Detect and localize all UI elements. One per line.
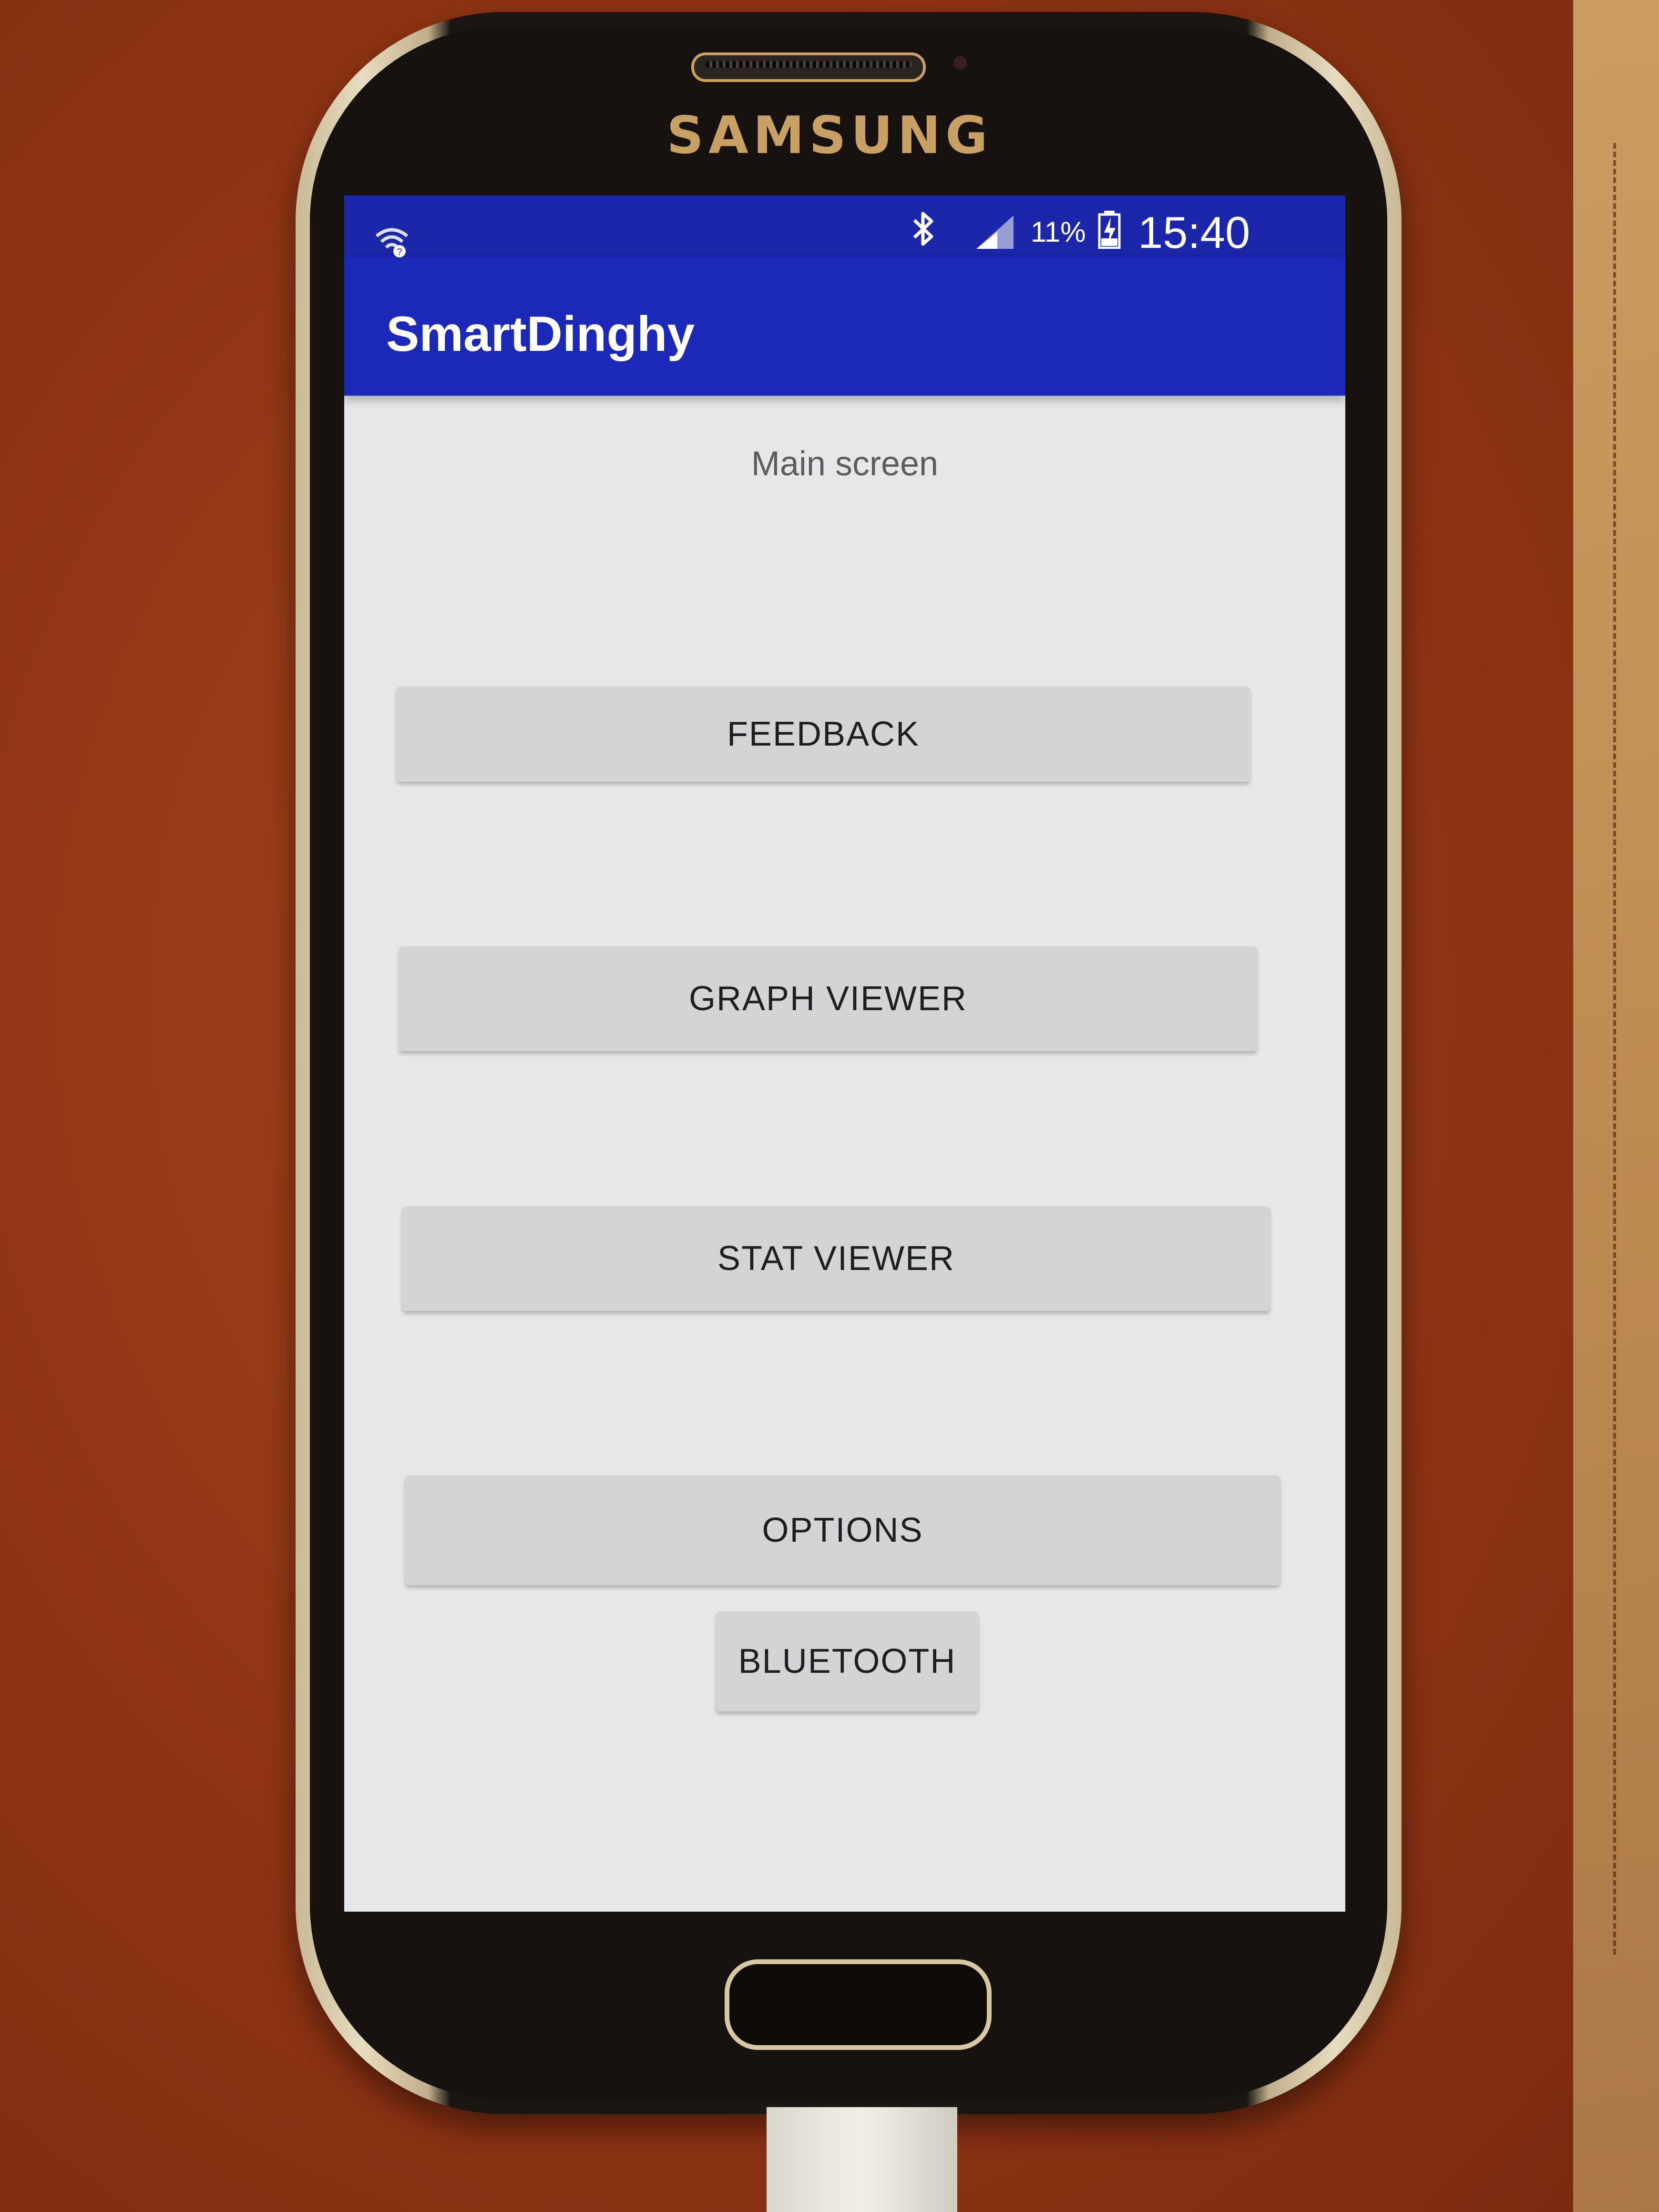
bluetooth-icon [913, 212, 933, 246]
app-title: SmartDinghy [386, 307, 695, 362]
phone-screen: ? 11% 15:40 SmartDinghy Main screen FEED… [344, 195, 1345, 1912]
usb-cable [767, 2107, 957, 2212]
page-title: Main screen [751, 445, 939, 483]
front-camera [953, 56, 967, 70]
app-bar: SmartDinghy [344, 257, 1345, 396]
bluetooth-button[interactable]: BLUETOOTH [716, 1611, 978, 1711]
signal-icon [976, 215, 1014, 249]
home-button[interactable] [725, 1959, 992, 2050]
graph-viewer-button[interactable]: GRAPH VIEWER [399, 946, 1257, 1051]
status-bar: ? 11% 15:40 [344, 195, 1345, 257]
wifi-icon: ? [375, 228, 409, 257]
brand-logo: SAMSUNG [666, 106, 993, 165]
stat-viewer-button[interactable]: STAT VIEWER [402, 1206, 1270, 1311]
feedback-button[interactable]: FEEDBACK [397, 686, 1250, 782]
leather-seam [1613, 143, 1626, 1955]
svg-text:?: ? [397, 247, 402, 257]
earpiece-speaker [691, 52, 926, 82]
clock: 15:40 [1138, 207, 1250, 257]
battery-charging-icon [1098, 211, 1121, 249]
speaker-grille [706, 61, 911, 68]
battery-percentage: 11% [1031, 216, 1086, 248]
options-button[interactable]: OPTIONS [405, 1475, 1280, 1585]
